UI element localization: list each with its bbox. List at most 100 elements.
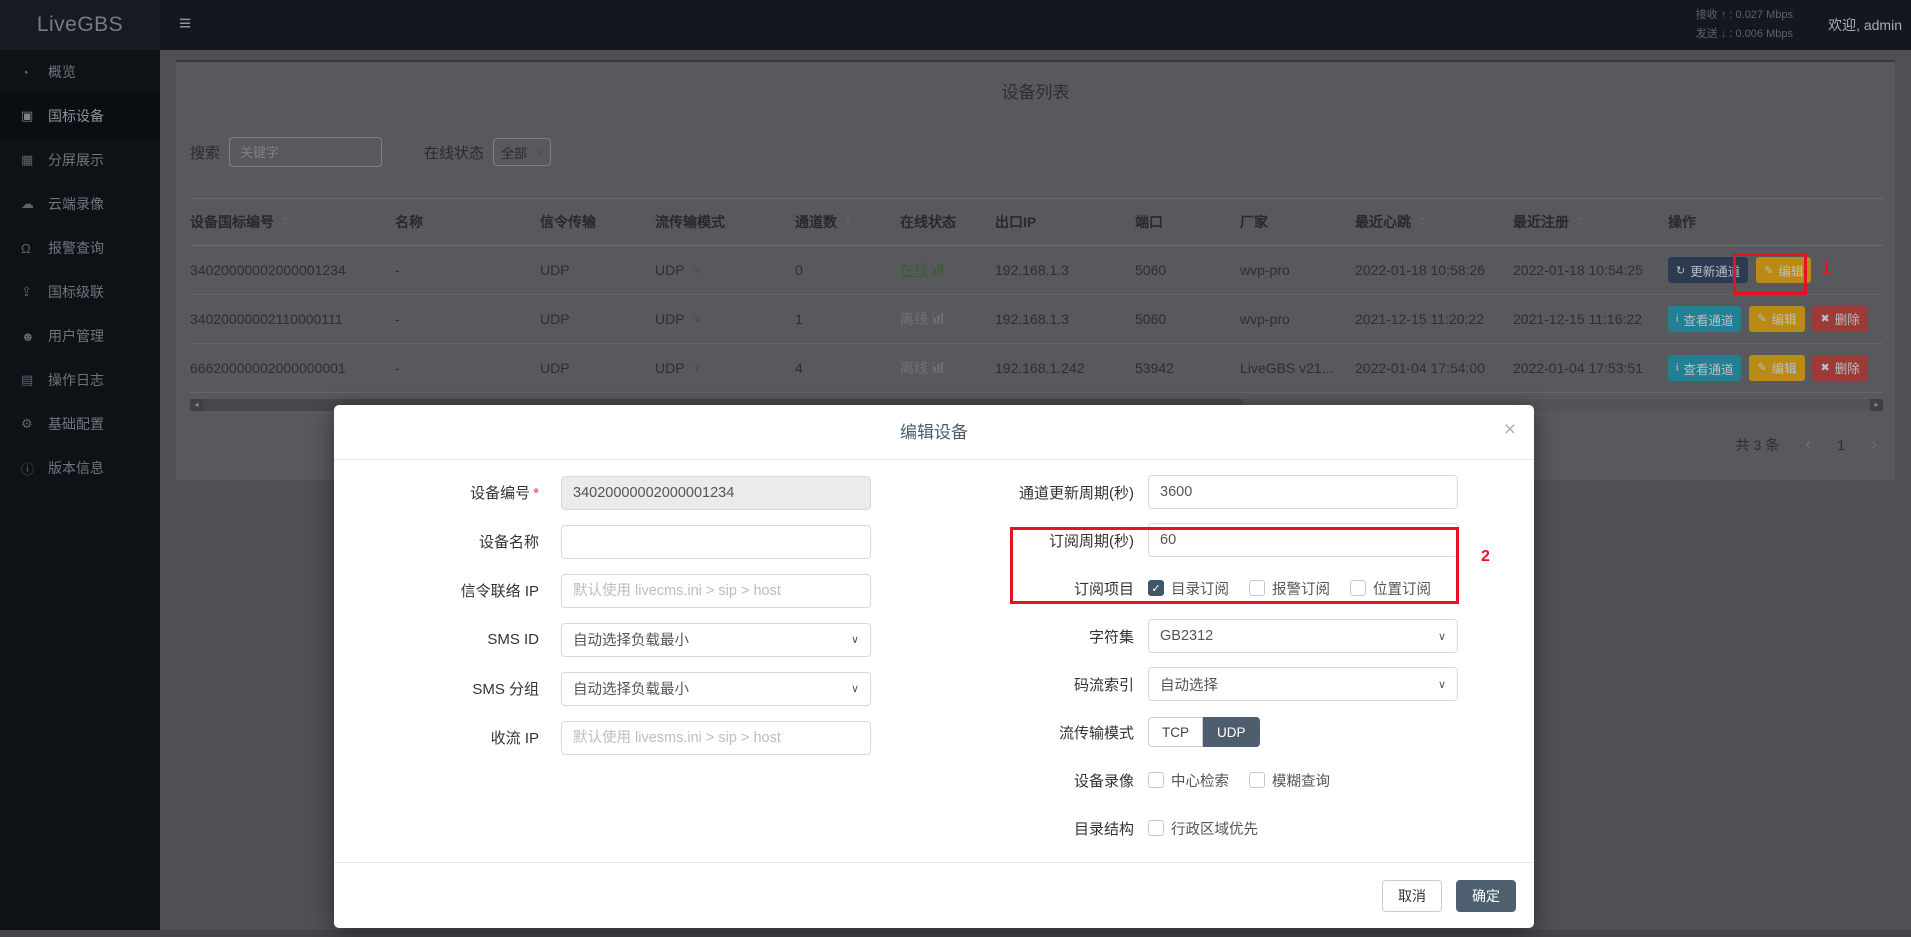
admin-region-priority-checkbox[interactable]: 行政区域优先 (1148, 818, 1258, 839)
sms-group-select[interactable]: 自动选择负载最小∨ (561, 672, 871, 706)
next-page-icon[interactable]: › (1871, 434, 1877, 455)
table-row: 66620000002000000001 - UDP UDP∨ 4 离线 192… (190, 344, 1883, 393)
x-icon: ✖ (1820, 312, 1829, 325)
online-status-select[interactable]: 全部 ∨ (493, 138, 551, 166)
search-input[interactable] (229, 137, 382, 167)
catalog-structure-label: 目录结构 (934, 818, 1134, 839)
bar-chart-icon (933, 262, 946, 278)
udp-option[interactable]: UDP (1203, 717, 1260, 747)
sidebar-item-basic-config[interactable]: ⚙基础配置 (0, 402, 160, 446)
sms-id-select[interactable]: 自动选择负载最小∨ (561, 623, 871, 657)
subscribe-period-field[interactable] (1148, 523, 1458, 557)
col-channels[interactable]: 通道数 (795, 212, 900, 232)
sidebar-item-gb-devices[interactable]: ▣国标设备 (0, 94, 160, 138)
vendor: wvp-pro (1240, 262, 1355, 278)
stream-transport-toggle: TCPUDP (1148, 717, 1260, 747)
checkbox-icon (1249, 580, 1265, 596)
sidebar-item-cloud-recording[interactable]: ☁云端录像 (0, 182, 160, 226)
confirm-button[interactable]: 确定 (1456, 880, 1516, 912)
signal-transport: UDP (540, 262, 655, 278)
channel-refresh-period-field[interactable] (1148, 475, 1458, 509)
sidebar-item-operation-log[interactable]: ▤操作日志 (0, 358, 160, 402)
last-register: 2022-01-04 17:53:51 (1513, 360, 1668, 376)
alarm-subscribe-checkbox[interactable]: 报警订阅 (1249, 578, 1330, 599)
update-channels-button[interactable]: ↻更新通道 (1668, 257, 1748, 283)
checkbox-icon (1148, 772, 1164, 788)
sort-icon (844, 216, 852, 226)
stream-receive-ip-field[interactable] (561, 721, 871, 755)
stream-index-select[interactable]: 自动选择∨ (1148, 667, 1458, 701)
chevron-down-icon: ∨ (1438, 678, 1446, 691)
gears-icon: ⚙ (21, 416, 48, 432)
edit-button[interactable]: ✎编辑 (1749, 306, 1804, 332)
pagination: 共 3 条 ‹ 1 › (1736, 434, 1877, 455)
signal-transport: UDP (540, 311, 655, 327)
edit-icon: ✎ (1757, 361, 1766, 374)
recv-rate: 接收 ↑ : 0.027 Mbps (1696, 6, 1793, 25)
device-id: 34020000002110000111 (190, 311, 395, 327)
modal-header: 编辑设备 × (334, 405, 1534, 460)
edit-button[interactable]: ✎编辑 (1756, 257, 1811, 283)
sidebar-item-user-management[interactable]: ☻用户管理 (0, 314, 160, 358)
signal-contact-ip-field[interactable] (561, 574, 871, 608)
view-channels-button[interactable]: i查看通道 (1668, 355, 1741, 381)
brand-logo: LiveGBS (0, 0, 160, 50)
channel-count: 1 (795, 311, 900, 327)
last-heartbeat: 2022-01-04 17:54:00 (1355, 360, 1513, 376)
down-arrow-icon: ↓ (1721, 28, 1727, 40)
position-subscribe-checkbox[interactable]: 位置订阅 (1350, 578, 1431, 599)
stream-mode-select[interactable]: UDP∨ (655, 360, 795, 376)
col-last-heartbeat[interactable]: 最近心跳 (1355, 212, 1513, 232)
vendor: wvp-pro (1240, 311, 1355, 327)
device-name-field[interactable] (561, 525, 871, 559)
sort-icon (1418, 216, 1426, 226)
checkbox-icon (1249, 772, 1265, 788)
catalog-subscribe-checkbox[interactable]: ✓目录订阅 (1148, 578, 1229, 599)
table-header-row: 设备国标编号 名称 信令传输 流传输模式 通道数 在线状态 出口IP 端口 厂家… (190, 198, 1883, 246)
view-channels-button[interactable]: i查看通道 (1668, 306, 1741, 332)
cloud-icon: ☁ (21, 196, 48, 212)
tcp-option[interactable]: TCP (1148, 717, 1203, 747)
col-stream-mode: 流传输模式 (655, 212, 795, 232)
stream-mode-select[interactable]: UDP∨ (655, 262, 795, 278)
page-number[interactable]: 1 (1837, 437, 1845, 453)
delete-button[interactable]: ✖删除 (1812, 355, 1867, 381)
network-stats: 接收 ↑ : 0.027 Mbps 发送 ↓ : 0.006 Mbps (1696, 6, 1793, 44)
hamburger-menu-icon[interactable]: ≡ (179, 12, 191, 36)
col-port: 端口 (1135, 212, 1240, 232)
col-outbound-ip: 出口IP (995, 212, 1135, 232)
fuzzy-query-checkbox[interactable]: 模糊查询 (1249, 770, 1330, 791)
sidebar-item-gb-cascade[interactable]: ⇪国标级联 (0, 270, 160, 314)
prev-page-icon[interactable]: ‹ (1805, 434, 1811, 455)
center-search-checkbox[interactable]: 中心检索 (1148, 770, 1229, 791)
sidebar-item-overview[interactable]: ◔概览 (0, 50, 160, 94)
last-heartbeat: 2022-01-18 10:58:26 (1355, 262, 1513, 278)
scroll-right-icon[interactable]: ▸ (1870, 399, 1883, 411)
cancel-button[interactable]: 取消 (1382, 880, 1442, 912)
sort-icon (1576, 216, 1584, 226)
col-vendor: 厂家 (1240, 212, 1355, 232)
col-name: 名称 (395, 212, 540, 232)
device-table: 设备国标编号 名称 信令传输 流传输模式 通道数 在线状态 出口IP 端口 厂家… (190, 198, 1883, 393)
stream-mode-select[interactable]: UDP∨ (655, 311, 795, 327)
close-icon[interactable]: × (1504, 418, 1516, 442)
edit-icon: ✎ (1764, 264, 1773, 277)
device-name-label: 设备名称 (334, 531, 539, 552)
sidebar-item-version-info[interactable]: ⓘ版本信息 (0, 446, 160, 490)
sidebar-item-split-screen[interactable]: ▦分屏展示 (0, 138, 160, 182)
online-status-label: 在线状态 (424, 142, 484, 163)
modal-right-column: 通道更新周期(秒) 订阅周期(秒) 订阅项目 ✓目录订阅 报警订阅 位置订阅 字… (934, 468, 1534, 852)
online-status: 在线 (900, 260, 995, 280)
edit-button[interactable]: ✎编辑 (1749, 355, 1804, 381)
scroll-left-icon[interactable]: ◂ (190, 399, 203, 411)
port: 5060 (1135, 311, 1240, 327)
device-id-field[interactable] (561, 476, 871, 510)
charset-select[interactable]: GB2312∨ (1148, 619, 1458, 653)
last-heartbeat: 2021-12-15 11:20:22 (1355, 311, 1513, 327)
edit-icon: ✎ (1757, 312, 1766, 325)
delete-button[interactable]: ✖删除 (1812, 306, 1867, 332)
sidebar-item-alarm-query[interactable]: Ω报警查询 (0, 226, 160, 270)
col-last-register[interactable]: 最近注册 (1513, 212, 1668, 232)
subscribe-period-label: 订阅周期(秒) (934, 530, 1134, 551)
col-device-id[interactable]: 设备国标编号 (190, 212, 395, 232)
